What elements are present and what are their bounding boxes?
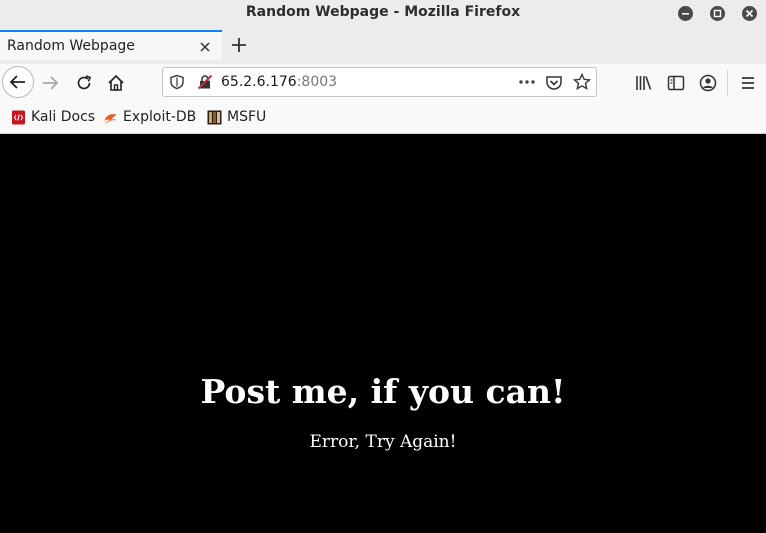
msfu-icon xyxy=(207,110,222,125)
url-text[interactable]: 65.2.6.176:8003 xyxy=(221,74,337,90)
tracking-protection-shield-icon[interactable] xyxy=(169,74,185,90)
bookmark-star-icon[interactable] xyxy=(573,73,591,91)
account-icon[interactable] xyxy=(698,73,718,93)
hamburger-menu-icon[interactable] xyxy=(739,73,757,93)
new-tab-icon[interactable] xyxy=(231,37,247,53)
page-heading: Post me, if you can! xyxy=(200,372,566,411)
home-icon[interactable] xyxy=(106,73,126,93)
bookmark-label: MSFU xyxy=(227,109,267,125)
tab-strip: Random Webpage xyxy=(0,26,766,64)
back-arrow-icon xyxy=(9,75,25,89)
url-host: 65.2.6.176 xyxy=(221,74,297,90)
reload-icon[interactable] xyxy=(74,73,94,93)
kali-docs-icon xyxy=(12,110,25,125)
tab-title: Random Webpage xyxy=(7,38,135,54)
sidebar-toggle-icon[interactable] xyxy=(666,73,686,93)
bookmark-msfu[interactable]: MSFU xyxy=(207,108,273,128)
insecure-lock-icon[interactable] xyxy=(197,74,213,90)
bookmarks-bar: Kali Docs Exploit-DB MSFU xyxy=(0,102,766,134)
tab-close-icon[interactable] xyxy=(198,40,212,54)
page-actions-ellipsis-icon[interactable] xyxy=(517,74,537,90)
url-port: :8003 xyxy=(296,74,338,90)
minimize-button[interactable] xyxy=(678,6,693,21)
close-window-button[interactable] xyxy=(742,6,757,21)
bookmark-kali-docs[interactable]: Kali Docs xyxy=(11,108,96,128)
pocket-icon[interactable] xyxy=(545,74,563,92)
bookmark-label: Kali Docs xyxy=(31,109,96,125)
maximize-icon xyxy=(713,9,722,18)
error-message: Error, Try Again! xyxy=(309,432,457,452)
close-icon xyxy=(745,9,754,18)
forward-arrow-icon[interactable] xyxy=(40,73,60,93)
bookmark-label: Exploit-DB xyxy=(123,109,197,125)
toolbar-separator xyxy=(727,70,728,96)
back-button[interactable] xyxy=(2,66,34,98)
maximize-button[interactable] xyxy=(710,6,725,21)
navigation-bar: 65.2.6.176:8003 xyxy=(0,64,766,102)
tab-random-webpage[interactable]: Random Webpage xyxy=(0,30,222,60)
exploit-db-icon xyxy=(104,114,117,124)
title-bar: Random Webpage - Mozilla Firefox xyxy=(0,0,766,26)
minimize-icon xyxy=(682,13,689,15)
library-icon[interactable] xyxy=(634,73,654,93)
bookmark-exploit-db[interactable]: Exploit-DB xyxy=(103,108,199,128)
window-title: Random Webpage - Mozilla Firefox xyxy=(245,4,521,20)
page-content: Post me, if you can! Error, Try Again! xyxy=(0,134,766,533)
url-bar[interactable]: 65.2.6.176:8003 xyxy=(162,67,597,97)
browser-window: Random Webpage - Mozilla Firefox Random … xyxy=(0,0,766,533)
